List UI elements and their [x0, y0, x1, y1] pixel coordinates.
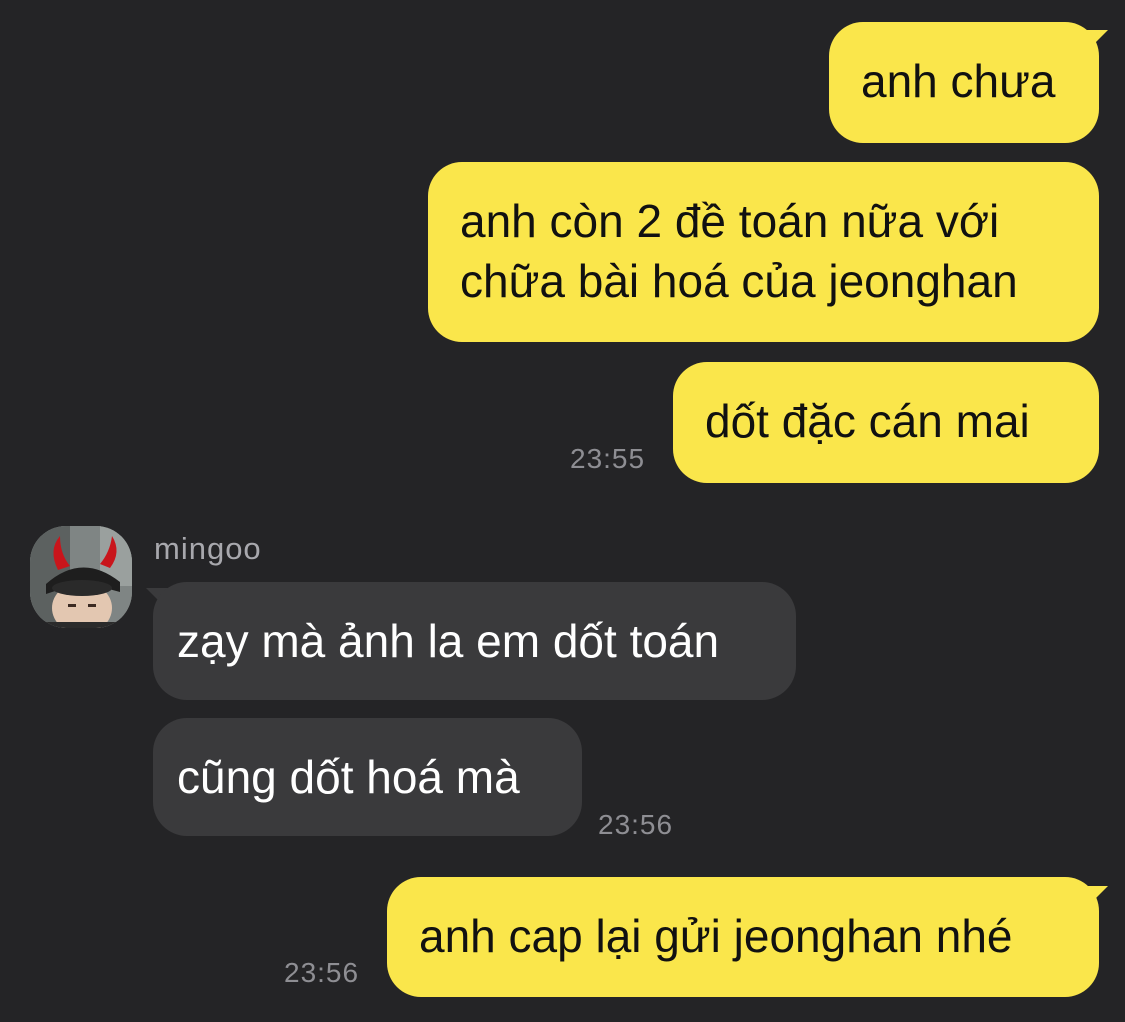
message-text: cũng dốt hoá mà: [177, 751, 520, 803]
message-text: zạy mà ảnh la em dốt toán: [177, 615, 720, 667]
message-timestamp: 23:55: [570, 443, 646, 474]
outgoing-message[interactable]: anh chưa: [829, 22, 1099, 143]
message-text-line-1: anh còn 2 đề toán nữa với: [460, 195, 1000, 247]
outgoing-message[interactable]: dốt đặc cán mai: [673, 362, 1099, 483]
outgoing-message[interactable]: anh cap lại gửi jeonghan nhé: [387, 877, 1099, 997]
avatar-with-devil-horns-icon: [30, 526, 132, 628]
message-timestamp: 23:56: [284, 957, 360, 988]
message-text: dốt đặc cán mai: [705, 395, 1030, 447]
message-text: anh chưa: [861, 55, 1056, 107]
contact-avatar[interactable]: [30, 526, 132, 628]
outgoing-message[interactable]: anh còn 2 đề toán nữa với chữa bài hoá c…: [428, 162, 1099, 342]
chat-view[interactable]: anh chưa anh còn 2 đề toán nữa với chữa …: [0, 0, 1125, 1022]
message-text-line-2: chữa bài hoá của jeonghan: [460, 255, 1018, 307]
sender-name: mingoo: [154, 531, 262, 566]
message-timestamp: 23:56: [598, 809, 674, 840]
incoming-message[interactable]: cũng dốt hoá mà: [153, 718, 582, 836]
incoming-message[interactable]: zạy mà ảnh la em dốt toán: [153, 582, 796, 700]
message-text: anh cap lại gửi jeonghan nhé: [419, 910, 1013, 962]
